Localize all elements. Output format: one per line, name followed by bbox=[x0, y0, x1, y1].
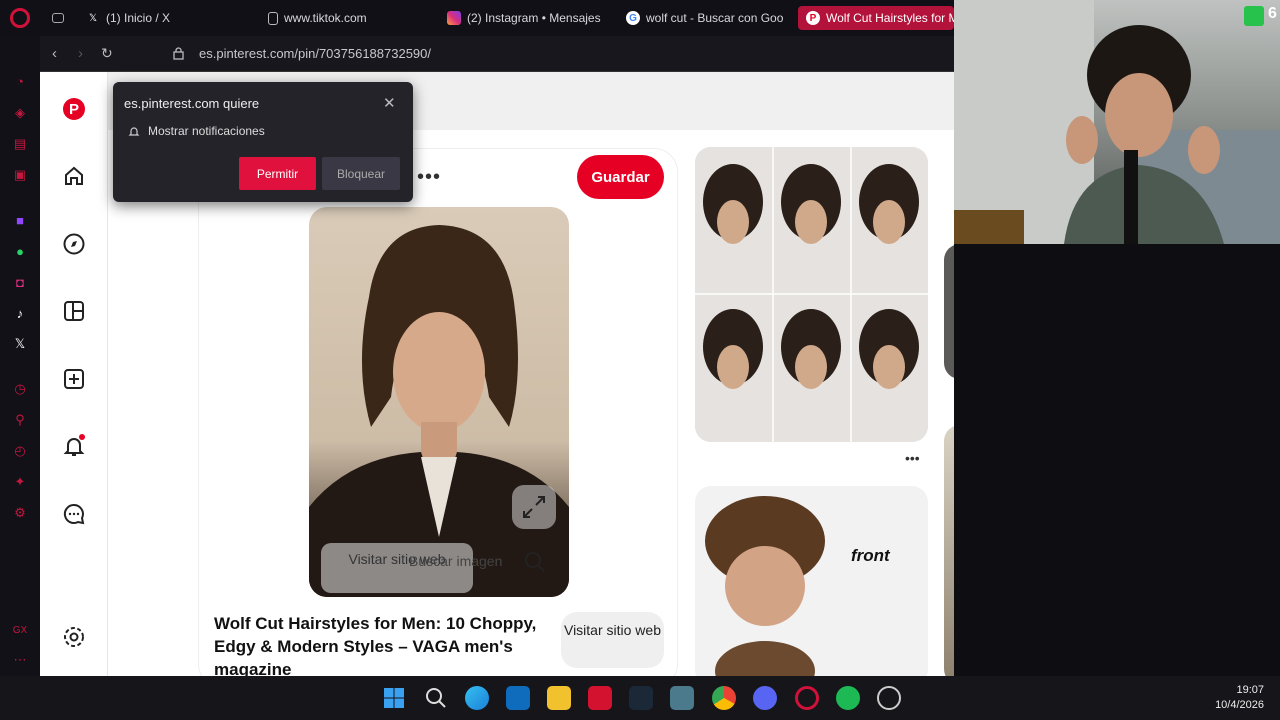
system-clock[interactable]: 19:07 10/4/2026 bbox=[1215, 683, 1264, 713]
url-field[interactable]: es.pinterest.com/pin/703756188732590/ bbox=[199, 46, 431, 61]
related-pin-collage[interactable] bbox=[695, 147, 928, 442]
overlay-counter: 6 bbox=[1268, 5, 1277, 22]
related-pin-glasses[interactable] bbox=[944, 425, 954, 676]
address-bar: ‹ › ↻ es.pinterest.com/pin/7037561887325… bbox=[40, 36, 954, 72]
collage-photo bbox=[695, 147, 928, 442]
tab-google[interactable]: Gwolf cut - Buscar con Goo bbox=[626, 6, 786, 30]
streamer-photo bbox=[954, 0, 1280, 244]
instagram-icon bbox=[447, 11, 461, 25]
close-icon[interactable]: ✕ bbox=[383, 94, 396, 112]
allow-button[interactable]: Permitir bbox=[239, 157, 316, 190]
create-icon[interactable] bbox=[62, 367, 86, 391]
whatsapp-icon[interactable]: ● bbox=[11, 242, 29, 260]
steam-icon[interactable] bbox=[629, 686, 653, 710]
opera-logo-icon[interactable] bbox=[10, 8, 30, 28]
x-icon: 𝕏 bbox=[88, 12, 98, 24]
tab-label: (2) Instagram • Mensajes bbox=[467, 11, 601, 25]
obs-icon[interactable] bbox=[877, 686, 901, 710]
tab-label: wolf cut - Buscar con Goo bbox=[646, 11, 784, 25]
tab-workspaces[interactable] bbox=[52, 6, 64, 30]
forward-icon[interactable]: › bbox=[78, 45, 83, 62]
lock-icon bbox=[173, 47, 184, 60]
pin-title: Wolf Cut Hairstyles for Men: 10 Choppy, … bbox=[214, 614, 537, 676]
notification-permission-popup: es.pinterest.com quiere ✕ Mostrar notifi… bbox=[113, 82, 413, 202]
search-image-button[interactable]: Buscar imagen bbox=[409, 553, 502, 569]
boards-icon[interactable] bbox=[62, 299, 86, 323]
crypto-wallet-icon[interactable]: ◈ bbox=[11, 104, 29, 122]
front-photo bbox=[705, 496, 825, 676]
opera-gx-icon[interactable] bbox=[795, 686, 819, 710]
extensions-icon[interactable]: ✦ bbox=[11, 473, 29, 491]
search-icon[interactable] bbox=[424, 686, 448, 710]
taskbar: 19:07 10/4/2026 bbox=[0, 676, 1280, 720]
discord-icon[interactable] bbox=[753, 686, 777, 710]
messages-icon[interactable] bbox=[62, 502, 86, 526]
webcam-overlay: 6 bbox=[954, 0, 1280, 244]
front-label: front bbox=[851, 546, 890, 565]
block-button[interactable]: Bloquear bbox=[322, 157, 400, 190]
bell-icon bbox=[128, 127, 140, 136]
related-pin-front[interactable]: front bbox=[695, 486, 928, 676]
page-icon bbox=[268, 11, 278, 25]
more-options-icon[interactable]: ••• bbox=[417, 166, 441, 189]
tab-x[interactable]: 𝕏 (1) Inicio / X bbox=[86, 6, 256, 30]
tab-pinterest-active[interactable]: P Wolf Cut Hairstyles for M bbox=[798, 6, 954, 30]
popup-title: es.pinterest.com quiere bbox=[124, 96, 260, 111]
instagram-icon[interactable]: ◘ bbox=[11, 273, 29, 291]
related-pin-jacket[interactable] bbox=[944, 244, 954, 379]
pinterest-sidebar: P bbox=[40, 72, 108, 676]
home-icon[interactable] bbox=[62, 164, 86, 188]
back-icon[interactable]: ‹ bbox=[52, 45, 57, 62]
windows-start-icon[interactable] bbox=[382, 686, 406, 710]
pin-image[interactable]: Visitar sitio web Buscar imagen bbox=[309, 207, 569, 597]
twitch-icon[interactable]: ■ bbox=[11, 211, 29, 229]
clock-icon[interactable]: ◴ bbox=[11, 442, 29, 460]
pinterest-icon: P bbox=[806, 11, 820, 25]
expand-icon[interactable] bbox=[512, 485, 556, 529]
overlay-logo-icon bbox=[1244, 6, 1264, 26]
pinterest-logo-icon[interactable]: P bbox=[62, 97, 86, 121]
messenger-icon[interactable]: ▣ bbox=[11, 166, 29, 184]
tab-label: (1) Inicio / X bbox=[106, 11, 171, 25]
file-explorer-icon[interactable] bbox=[547, 686, 571, 710]
aria-icon[interactable]: ◔ bbox=[11, 72, 29, 90]
more-options-icon[interactable]: ••• bbox=[905, 450, 920, 466]
outlook-icon[interactable] bbox=[506, 686, 530, 710]
pin-photo bbox=[309, 225, 569, 597]
clock-time: 19:07 bbox=[1236, 684, 1264, 696]
visit-site-button[interactable]: Visitar sitio web bbox=[561, 612, 664, 668]
tab-tiktok[interactable]: www.tiktok.com bbox=[268, 6, 438, 30]
clock-date: 10/4/2026 bbox=[1215, 699, 1264, 711]
amd-icon[interactable] bbox=[588, 686, 612, 710]
explore-icon[interactable] bbox=[62, 232, 86, 256]
chrome-icon[interactable] bbox=[712, 686, 736, 710]
settings-icon[interactable] bbox=[62, 625, 86, 649]
tab-label: Wolf Cut Hairstyles for M bbox=[826, 11, 954, 25]
edge-icon[interactable] bbox=[465, 686, 489, 710]
glasses-photo bbox=[944, 425, 954, 676]
pinboard-icon[interactable]: ⚲ bbox=[11, 411, 29, 429]
notifications-bell-icon[interactable] bbox=[62, 434, 86, 458]
google-icon: G bbox=[626, 11, 640, 25]
tab-instagram[interactable]: (2) Instagram • Mensajes bbox=[447, 6, 617, 30]
tiktok-icon[interactable]: ♪ bbox=[11, 304, 29, 322]
popup-message: Mostrar notificaciones bbox=[148, 124, 265, 138]
app-icon[interactable] bbox=[670, 686, 694, 710]
more-icon[interactable]: ⋯ bbox=[11, 651, 29, 669]
opera-sidebar: ◔ ◈ ▤ ▣ ■ ● ◘ ♪ 𝕏 ◷ ⚲ ◴ ✦ ⚙ GX ⋯ bbox=[0, 36, 40, 676]
gx-icon[interactable]: GX bbox=[11, 621, 29, 639]
settings-icon[interactable]: ⚙ bbox=[11, 504, 29, 522]
gx-player-icon[interactable]: ▤ bbox=[11, 135, 29, 153]
tab-label: www.tiktok.com bbox=[284, 11, 367, 25]
x-icon[interactable]: 𝕏 bbox=[11, 335, 29, 353]
svg-text:P: P bbox=[69, 101, 79, 118]
workspaces-icon bbox=[52, 13, 64, 23]
spotify-icon[interactable] bbox=[836, 686, 860, 710]
history-icon[interactable]: ◷ bbox=[11, 380, 29, 398]
save-button[interactable]: Guardar bbox=[577, 155, 664, 199]
reload-icon[interactable]: ↻ bbox=[101, 45, 113, 62]
visual-search-icon[interactable] bbox=[524, 551, 546, 573]
